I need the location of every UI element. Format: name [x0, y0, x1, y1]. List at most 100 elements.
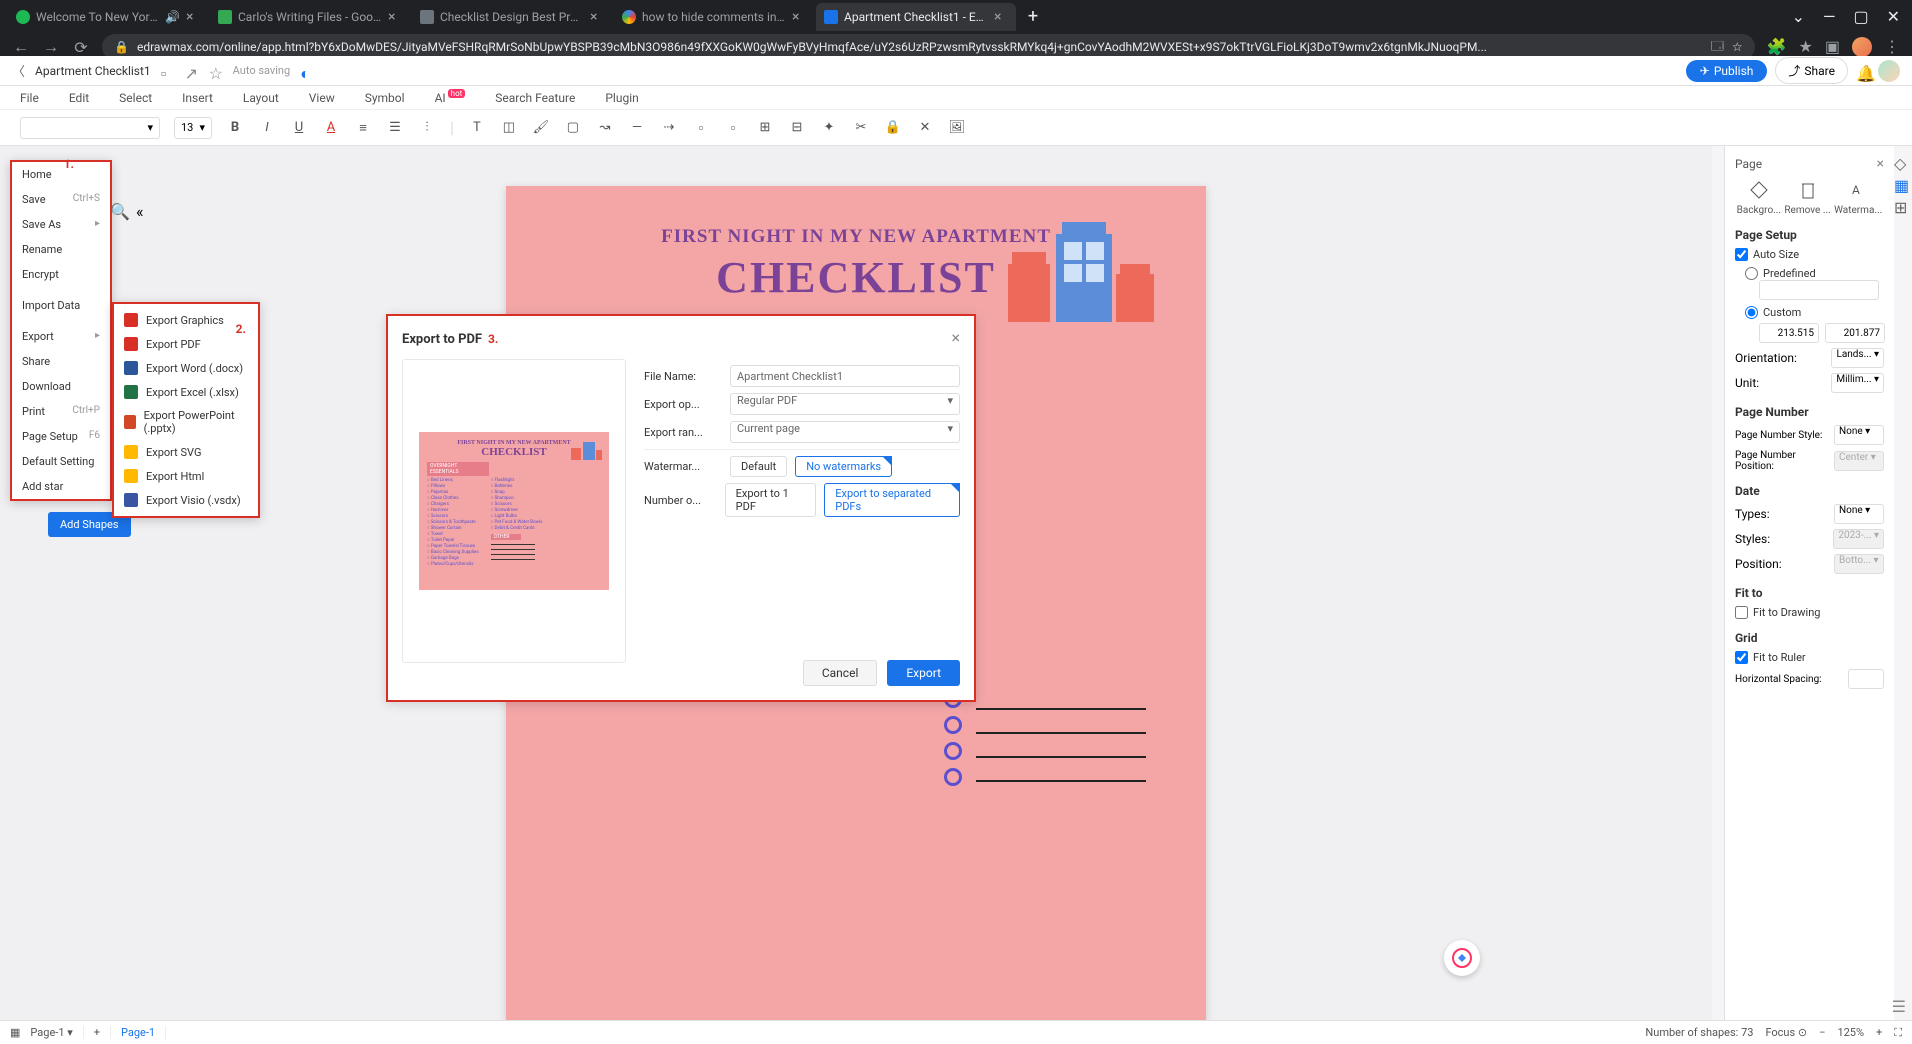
menu-icon[interactable]: ⋮ — [1884, 37, 1900, 57]
predefined-select[interactable] — [1759, 280, 1879, 300]
ai-assistant-button[interactable] — [1444, 940, 1480, 976]
diamond-icon[interactable]: ◇ — [1894, 154, 1910, 170]
block2-icon[interactable]: ▫ — [724, 119, 742, 137]
watermark-default[interactable]: Default — [730, 456, 787, 477]
custom-radio[interactable]: Custom — [1745, 306, 1884, 319]
focus-mode[interactable]: Focus ⊙ — [1765, 1026, 1807, 1039]
watermark-button[interactable]: AWaterma... — [1834, 180, 1882, 216]
tab-spotify[interactable]: Welcome To New York (Tayl...🔊× — [8, 3, 208, 31]
bold-icon[interactable]: B — [226, 119, 244, 137]
page-list-icon[interactable]: ▦ — [10, 1026, 20, 1039]
star-icon[interactable]: ☆ — [209, 64, 223, 78]
unit-select[interactable]: Millim... ▾ — [1831, 373, 1884, 393]
export-visio[interactable]: Export Visio (.vsdx) — [114, 488, 258, 512]
back-button[interactable]: ← — [12, 37, 30, 57]
shape-icon[interactable]: ◫ — [500, 119, 518, 137]
hspacing-input[interactable] — [1848, 669, 1884, 689]
sparkle-icon[interactable]: ✦ — [820, 119, 838, 137]
avatar-icon[interactable] — [1852, 37, 1872, 57]
close-icon[interactable]: × — [994, 10, 1008, 24]
menu-print[interactable]: PrintCtrl+P — [12, 399, 110, 424]
remove-button[interactable]: Remove ... — [1784, 180, 1830, 216]
filename-input[interactable] — [730, 365, 960, 387]
align2-icon[interactable]: ⊞ — [756, 119, 774, 137]
menu-import[interactable]: Import Data — [12, 293, 110, 318]
export-html[interactable]: Export Html — [114, 464, 258, 488]
tab-edrawmax[interactable]: Apartment Checklist1 - EdrawM...× — [816, 3, 1016, 31]
search-icon[interactable]: 🔍 — [110, 202, 130, 221]
close-icon[interactable]: × — [1877, 156, 1884, 172]
pn-style-select[interactable]: None ▾ — [1834, 425, 1884, 445]
watermark-none[interactable]: No watermarks — [795, 456, 892, 477]
zoom-out[interactable]: − — [1819, 1026, 1825, 1039]
star-icon[interactable]: ☆ — [1732, 40, 1743, 54]
publish-button[interactable]: ✈ Publish — [1686, 60, 1768, 82]
share-button[interactable]: ⤴ Share — [1775, 57, 1848, 84]
cancel-button[interactable]: Cancel — [803, 660, 878, 686]
add-page[interactable]: + — [84, 1026, 111, 1039]
menu-download[interactable]: Download — [12, 374, 110, 399]
background-button[interactable]: Backgro... — [1737, 180, 1781, 216]
menu-home[interactable]: Home — [12, 162, 110, 187]
menu-search[interactable]: Search Feature — [495, 91, 575, 105]
menu-save[interactable]: SaveCtrl+S — [12, 187, 110, 212]
width-input[interactable] — [1759, 323, 1819, 343]
menu-edit[interactable]: Edit — [69, 91, 89, 105]
bookmarks-icon[interactable]: ★ — [1799, 37, 1813, 57]
export-svg[interactable]: Export SVG — [114, 440, 258, 464]
predefined-radio[interactable]: Predefined — [1745, 267, 1884, 280]
distribute-icon[interactable]: ⊟ — [788, 119, 806, 137]
translate-icon[interactable]: 🗔 — [1711, 37, 1724, 58]
close-edit-icon[interactable]: ✕ — [916, 119, 934, 137]
menu-pagesetup[interactable]: Page SetupF6 — [12, 424, 110, 449]
maximize-icon[interactable]: ▢ — [1853, 7, 1868, 26]
minimize-icon[interactable]: — — [1823, 7, 1836, 26]
menu-addstar[interactable]: Add star — [12, 474, 110, 499]
lock-icon[interactable]: 🔒 — [884, 119, 902, 137]
close-icon[interactable]: × — [388, 10, 402, 24]
close-icon[interactable]: × — [792, 10, 806, 24]
close-icon[interactable]: × — [186, 10, 200, 24]
export-word[interactable]: Export Word (.docx) — [114, 356, 258, 380]
export-ppt[interactable]: Export PowerPoint (.pptx) — [114, 404, 258, 440]
zoom-value[interactable]: 125% — [1837, 1026, 1864, 1039]
export-excel[interactable]: Export Excel (.xlsx) — [114, 380, 258, 404]
list-icon[interactable]: ☰ — [386, 119, 404, 137]
back-icon[interactable]: 〈 — [12, 61, 25, 80]
bell-icon[interactable]: 🔔 — [1856, 64, 1870, 78]
text-icon[interactable]: T — [468, 119, 486, 137]
page-tab-1[interactable]: Page-1 — [111, 1026, 166, 1039]
align-icon[interactable]: ≡ — [354, 119, 372, 137]
line-icon[interactable]: — — [628, 119, 646, 137]
close-icon[interactable]: × — [951, 328, 960, 347]
close-icon[interactable]: × — [590, 10, 604, 24]
menu-insert[interactable]: Insert — [182, 91, 213, 105]
grid-icon[interactable]: ⊞ — [1894, 198, 1910, 214]
export-op-select[interactable]: Regular PDF▾ — [730, 393, 960, 415]
document-title[interactable]: Apartment Checklist1 — [35, 64, 151, 78]
menu-encrypt[interactable]: Encrypt — [12, 262, 110, 287]
fill-icon[interactable]: ▢ — [564, 119, 582, 137]
open-icon[interactable]: ↗ — [185, 64, 199, 78]
height-input[interactable] — [1825, 323, 1885, 343]
chevron-down-icon[interactable]: ⌄ — [1792, 7, 1805, 26]
font-size-select[interactable]: 13▾ — [174, 117, 212, 139]
page-select[interactable]: Page-1 ▾ — [20, 1026, 83, 1039]
orientation-select[interactable]: Lands... ▾ — [1831, 348, 1884, 368]
menu-export[interactable]: Export▸ — [12, 324, 110, 349]
menu-default[interactable]: Default Setting — [12, 449, 110, 474]
export-1pdf[interactable]: Export to 1 PDF — [725, 483, 817, 517]
menu-view[interactable]: View — [309, 91, 335, 105]
zoom-in[interactable]: + — [1876, 1026, 1882, 1039]
menu-overflow-icon[interactable]: ☰ — [1892, 997, 1906, 1016]
fit-drawing-checkbox[interactable]: Fit to Drawing — [1735, 606, 1884, 619]
collapse-icon[interactable]: « — [136, 202, 144, 221]
menu-rename[interactable]: Rename — [12, 237, 110, 262]
indent-icon[interactable]: ⫶ — [418, 119, 436, 137]
italic-icon[interactable]: I — [258, 119, 276, 137]
export-sep-pdf[interactable]: Export to separated PDFs — [824, 483, 960, 517]
connector-icon[interactable]: ↝ — [596, 119, 614, 137]
menu-plugin[interactable]: Plugin — [605, 91, 638, 105]
menu-select[interactable]: Select — [119, 91, 152, 105]
layers-icon[interactable]: ▦ — [1894, 176, 1910, 192]
